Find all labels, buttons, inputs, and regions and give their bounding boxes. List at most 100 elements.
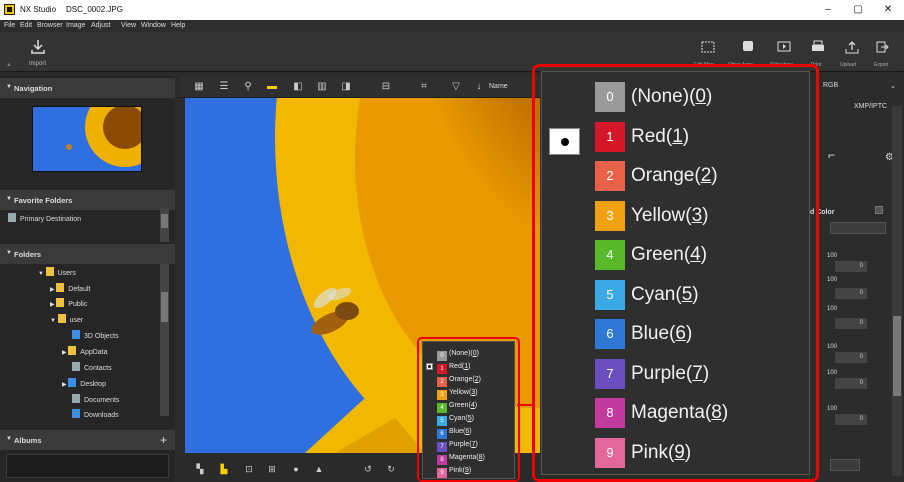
- minimize-icon[interactable]: –: [820, 2, 836, 18]
- slider-value-input[interactable]: 0: [835, 288, 867, 299]
- band-color-select[interactable]: [830, 222, 886, 234]
- label-menu-item[interactable]: 1 Red(1): [595, 121, 805, 152]
- label-menu-item[interactable]: 6 Blue(6): [595, 319, 805, 349]
- scroll-thumb[interactable]: [161, 292, 168, 322]
- slider-value-input[interactable]: 0: [835, 352, 867, 363]
- tree-item-desktop[interactable]: ▶ Desktop: [62, 378, 106, 388]
- label-name: Magenta: [631, 402, 705, 423]
- label-menu-item[interactable]: 9 Pink(9): [595, 437, 805, 468]
- label-menu-item[interactable]: 7 Purple(7): [595, 358, 805, 389]
- tree-item-3d-objects[interactable]: 3D Objects: [72, 330, 119, 340]
- tree-item-public[interactable]: ▶ Public: [50, 298, 87, 308]
- label-menu-item[interactable]: 3 Yellow(3): [595, 200, 805, 231]
- label-menu-item[interactable]: 3 Yellow(3): [437, 387, 513, 400]
- tree-item-contacts[interactable]: Contacts: [72, 362, 112, 372]
- sort-icon[interactable]: ↓: [473, 81, 485, 93]
- label-color-swatch: 1: [437, 364, 447, 374]
- favorites-scrollbar[interactable]: [160, 208, 169, 242]
- map-icon[interactable]: ⚲: [242, 81, 254, 93]
- albums-header[interactable]: ▼ Albums +: [0, 430, 175, 450]
- collapse-toolbar-icon[interactable]: ▲: [6, 62, 12, 68]
- menu-window[interactable]: Window: [141, 22, 166, 29]
- scroll-thumb[interactable]: [893, 316, 901, 396]
- tab-xmp-iptc[interactable]: XMP/IPTC: [854, 103, 887, 110]
- tree-item-user[interactable]: ▼ user: [50, 314, 83, 324]
- filmstrip-icon[interactable]: ◧: [292, 81, 304, 93]
- thumbnail-grid-icon[interactable]: ▦: [193, 81, 205, 93]
- label-menu-item[interactable]: 1 Red(1): [437, 361, 513, 374]
- tree-item-appdata[interactable]: ▶ AppData: [62, 346, 108, 356]
- label-menu-item[interactable]: 6 Blue(6): [437, 426, 513, 439]
- compare-2-icon[interactable]: ▥: [316, 81, 328, 93]
- right-panel-scrollbar[interactable]: [892, 106, 902, 476]
- sort-label[interactable]: Name: [489, 83, 508, 90]
- label-menu-item[interactable]: 5 Cyan(5): [595, 279, 805, 310]
- dropdown-arrow-icon[interactable]: ⌄: [890, 82, 896, 90]
- menu-view[interactable]: View: [121, 22, 136, 29]
- navigation-thumbnail[interactable]: [32, 106, 142, 172]
- close-icon[interactable]: ✕: [880, 2, 896, 18]
- slider-max-label: 100: [827, 306, 838, 312]
- collapse-icon: ▼: [6, 196, 12, 202]
- label-menu-item[interactable]: 0 (None)(0): [595, 82, 805, 112]
- slider-value-input[interactable]: 0: [835, 261, 867, 272]
- view-options-icon[interactable]: ⊟: [380, 81, 392, 93]
- band-color-checkbox[interactable]: [875, 206, 883, 214]
- filter-icon[interactable]: ▽: [450, 81, 462, 93]
- navigation-header[interactable]: ▼ Navigation: [0, 78, 175, 98]
- pick-icon[interactable]: ▙: [218, 463, 230, 475]
- paren: ): [682, 125, 690, 147]
- add-album-button[interactable]: +: [160, 433, 167, 447]
- menu-help[interactable]: Help: [171, 22, 185, 29]
- slider-value-input[interactable]: 0: [835, 378, 867, 389]
- label-menu-item[interactable]: 4 Green(4): [437, 400, 513, 413]
- label-menu-item[interactable]: 2 Orange(2): [595, 161, 805, 191]
- right-panel-select[interactable]: [830, 459, 860, 471]
- rotate-left-icon[interactable]: ↺: [362, 463, 374, 475]
- histogram-icon[interactable]: ▲: [313, 463, 325, 475]
- compare-before-after-icon[interactable]: ◨: [340, 81, 352, 93]
- export-icon[interactable]: [874, 40, 890, 54]
- label-menu-item[interactable]: 4 Green(4): [595, 240, 805, 270]
- rotate-right-icon[interactable]: ↻: [385, 463, 397, 475]
- grid-icon[interactable]: ⊞: [266, 463, 278, 475]
- color-space-select[interactable]: RGB: [823, 82, 838, 89]
- edit-map-icon[interactable]: [700, 40, 716, 54]
- menu-file[interactable]: File: [4, 22, 15, 29]
- slider-value-input[interactable]: 0: [835, 414, 867, 425]
- maximize-icon[interactable]: ▢: [850, 2, 866, 18]
- label-menu-item[interactable]: 5 Cyan(5): [437, 413, 513, 426]
- favorite-folders-header[interactable]: ▼ Favorite Folders: [0, 190, 175, 210]
- tree-item-users[interactable]: ▼ Users: [38, 267, 76, 277]
- image-viewer-icon[interactable]: ▬: [266, 81, 278, 93]
- tree-item-documents[interactable]: Documents: [72, 394, 119, 404]
- menu-edit[interactable]: Edit: [20, 22, 32, 29]
- menu-browser[interactable]: Browser: [37, 22, 63, 29]
- label-menu-item[interactable]: 8 Magenta(8): [595, 398, 805, 428]
- folders-scrollbar[interactable]: [160, 264, 169, 416]
- import-icon[interactable]: [30, 39, 46, 55]
- menu-adjust[interactable]: Adjust: [91, 22, 110, 29]
- upload-icon[interactable]: [844, 40, 860, 54]
- slideshow-icon[interactable]: [776, 40, 792, 54]
- fit-screen-icon[interactable]: ⌗: [418, 81, 430, 93]
- label-menu-item[interactable]: 2 Orange(2): [437, 374, 513, 387]
- frame-icon[interactable]: ⊡: [243, 463, 255, 475]
- rotate-view-icon[interactable]: ▚: [194, 463, 206, 475]
- tone-curve-icon[interactable]: ⌐: [828, 148, 835, 162]
- print-icon[interactable]: [810, 40, 826, 54]
- slider-value-input[interactable]: 0: [835, 318, 867, 329]
- label-menu-item[interactable]: 8 Magenta(8): [437, 452, 513, 465]
- folders-header[interactable]: ▼ Folders: [0, 244, 175, 264]
- label-menu-item[interactable]: 7 Purple(7): [437, 439, 513, 452]
- tree-item-default[interactable]: ▶ Default: [50, 283, 90, 293]
- label-menu-item[interactable]: 0 (None)(0): [437, 348, 513, 361]
- menu-image[interactable]: Image: [66, 22, 85, 29]
- scroll-thumb[interactable]: [161, 214, 168, 228]
- tree-item-downloads[interactable]: Downloads: [72, 409, 119, 419]
- label-menu-item[interactable]: 9 Pink(9): [437, 465, 513, 478]
- info-icon[interactable]: ●: [290, 463, 302, 475]
- favorite-primary-destination[interactable]: Primary Destination: [8, 213, 81, 223]
- thumbnail-list-icon[interactable]: ☰: [218, 81, 230, 93]
- other-apps-icon[interactable]: [740, 40, 756, 54]
